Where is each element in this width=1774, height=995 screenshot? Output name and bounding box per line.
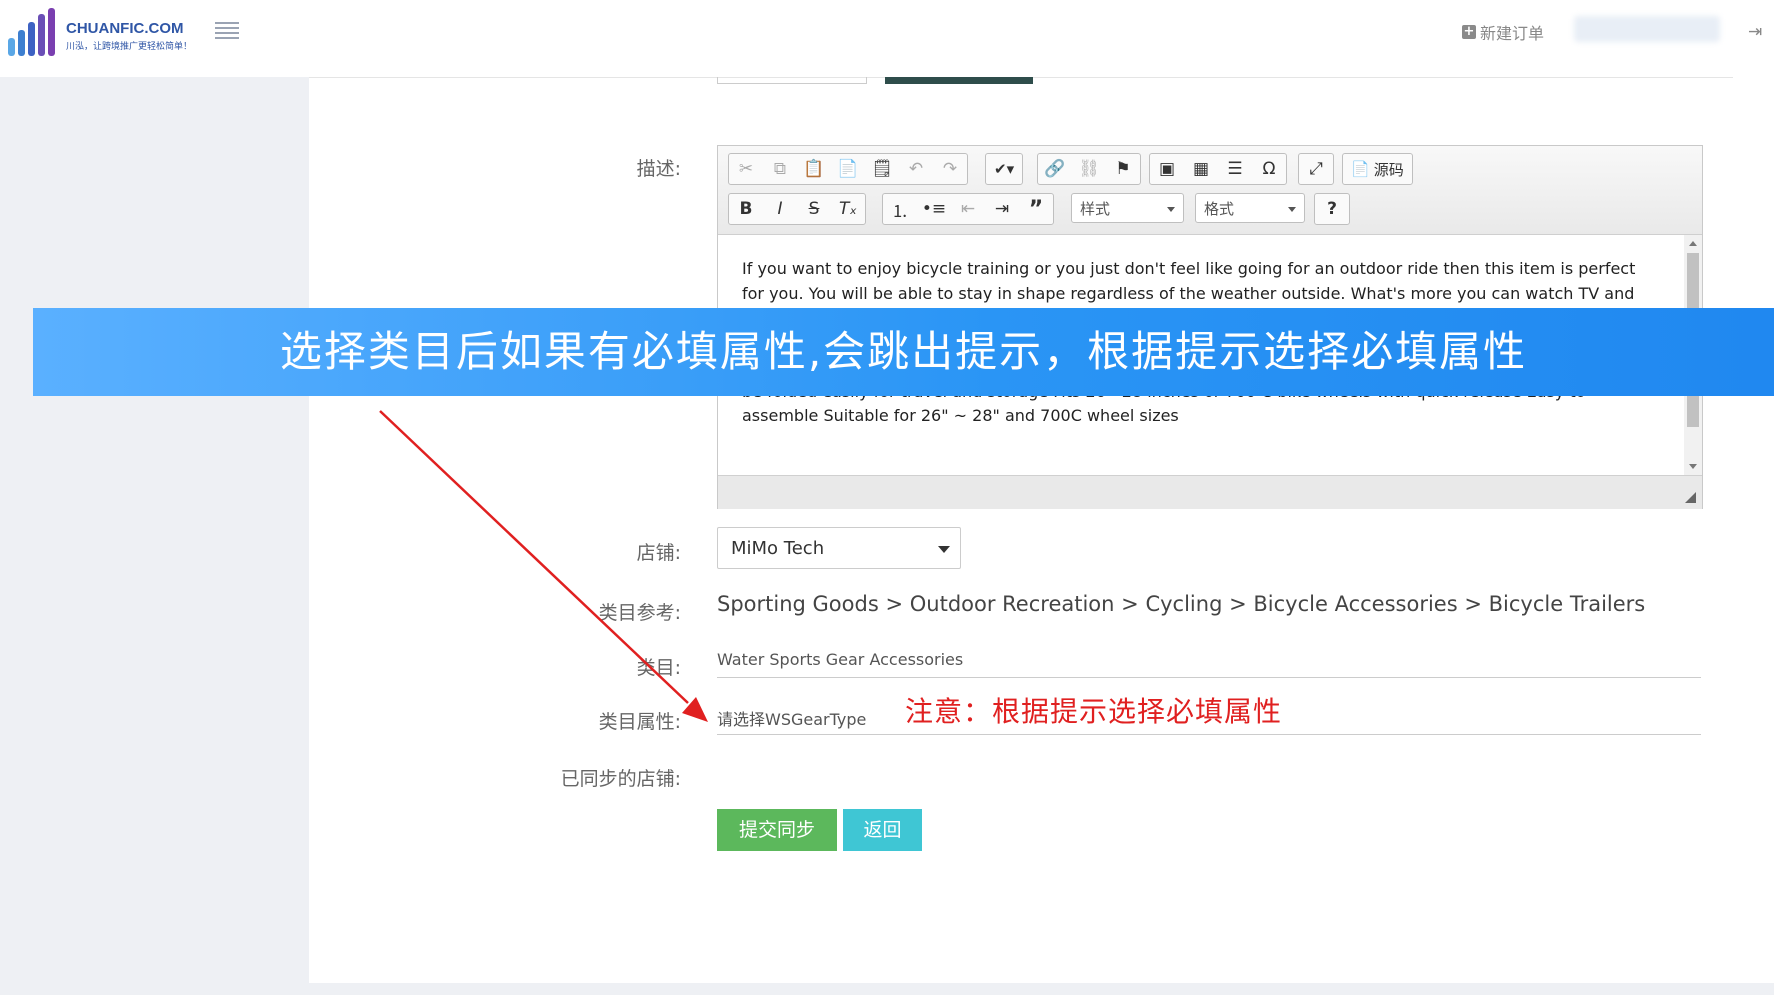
required-note: 注意：根据提示选择必填属性 [905, 695, 1283, 728]
spellcheck-group: ✔▾ [985, 153, 1024, 185]
format-combo-label: 格式 [1204, 199, 1235, 218]
bold-icon[interactable]: B [729, 194, 763, 224]
chevron-down-icon [1167, 207, 1175, 212]
crumb-item: Sporting Goods [717, 592, 879, 616]
logo[interactable]: CHUANFIC.COM 川泓，让跨境推广更轻松简单！ [8, 8, 208, 56]
plus-square-icon: + [1462, 24, 1476, 39]
format-combo[interactable]: 格式 [1195, 193, 1305, 223]
logo-text: CHUANFIC.COM [66, 20, 184, 37]
source-label: 源码 [1373, 160, 1404, 179]
synced-stores-label: 已同步的店铺: [560, 768, 681, 790]
unlink-icon[interactable]: ⛓ [1072, 154, 1106, 184]
help-icon[interactable]: ? [1315, 194, 1349, 224]
description-label: 描述: [636, 158, 681, 180]
top-navbar: CHUANFIC.COM 川泓，让跨境推广更轻松简单！ + 新建订单 ⇥ [0, 0, 1774, 78]
page-bottom [309, 983, 1774, 995]
store-label: 店铺: [636, 542, 681, 564]
crumb-item: Cycling [1145, 592, 1223, 616]
scroll-up-icon[interactable] [1689, 241, 1697, 246]
chevron-down-icon [938, 546, 950, 553]
horizontal-line-icon[interactable]: ☰ [1218, 154, 1252, 184]
italic-icon[interactable]: I [763, 194, 797, 224]
spellcheck-icon[interactable]: ✔▾ [986, 154, 1022, 184]
remove-format-icon[interactable]: Tₓ [831, 194, 865, 224]
editor-toolbar: ✂ ⧉ 📋 📄 🗒 ↶ ↷ ✔▾ 🔗 ⛓ ⚑ ▣ ▦ ☰ Ω ⤢ 📄 源码 B … [718, 146, 1702, 235]
logo-slogan: 川泓，让跨境推广更轻松简单！ [66, 42, 193, 52]
category-label: 类目: [636, 657, 681, 679]
basic-style-group: B I S Tₓ [728, 193, 866, 225]
list-group: ⒈ •≡ ⇤ ⇥ ” [882, 193, 1054, 225]
special-char-icon[interactable]: Ω [1252, 154, 1286, 184]
store-select[interactable]: MiMo Tech [717, 527, 961, 569]
image-thumb-fragment-2 [885, 77, 1033, 84]
logout-icon[interactable]: ⇥ [1748, 22, 1762, 42]
editor-statusbar [718, 475, 1702, 509]
menu-list-icon[interactable] [215, 22, 239, 40]
image-icon[interactable]: ▣ [1150, 154, 1184, 184]
category-breadcrumb: Sporting Goods > Outdoor Recreation > Cy… [717, 592, 1645, 616]
category-input-value[interactable]: Water Sports Gear Accessories [717, 650, 963, 669]
table-icon[interactable]: ▦ [1184, 154, 1218, 184]
crumb-separator: > [885, 592, 904, 616]
maximize-icon[interactable]: ⤢ [1299, 154, 1333, 184]
tip-banner: 选择类目后如果有必填属性,会跳出提示，根据提示选择必填属性 [33, 308, 1774, 396]
scroll-down-icon[interactable] [1689, 464, 1697, 469]
crumb-item: Outdoor Recreation [909, 592, 1115, 616]
style-combo-label: 样式 [1080, 199, 1111, 218]
redo-icon[interactable]: ↷ [933, 154, 967, 184]
paste-icon[interactable]: 📋 [797, 154, 831, 184]
copy-icon[interactable]: ⧉ [763, 154, 797, 184]
user-info-blurred[interactable] [1574, 16, 1720, 42]
image-thumb-fragment [717, 77, 867, 84]
sidebar-area [0, 77, 309, 995]
insert-group: ▣ ▦ ☰ Ω [1149, 153, 1287, 185]
style-combo[interactable]: 样式 [1071, 193, 1184, 223]
store-selected: MiMo Tech [731, 538, 825, 559]
strike-icon[interactable]: S [797, 194, 831, 224]
new-order-link[interactable]: + 新建订单 [1462, 20, 1544, 44]
back-button[interactable]: 返回 [843, 809, 922, 851]
category-ref-label: 类目参考: [598, 602, 681, 624]
crumb-separator: > [1121, 592, 1139, 616]
clipboard-group: ✂ ⧉ 📋 📄 🗒 ↶ ↷ [728, 153, 968, 185]
source-group: 📄 源码 [1342, 153, 1413, 185]
bulleted-list-icon[interactable]: •≡ [917, 194, 951, 224]
crumb-item: Bicycle Accessories [1253, 592, 1458, 616]
resize-grip-icon[interactable] [1685, 492, 1696, 503]
undo-icon[interactable]: ↶ [899, 154, 933, 184]
crumb-separator: > [1464, 592, 1482, 616]
tip-banner-text: 选择类目后如果有必填属性,会跳出提示，根据提示选择必填属性 [279, 327, 1528, 376]
cut-icon[interactable]: ✂ [729, 154, 763, 184]
outdent-icon[interactable]: ⇤ [951, 194, 985, 224]
new-order-label: 新建订单 [1480, 24, 1545, 43]
numbered-list-icon[interactable]: ⒈ [883, 194, 917, 224]
category-attr-underline [717, 734, 1701, 735]
link-icon[interactable]: 🔗 [1038, 154, 1072, 184]
category-underline [717, 677, 1701, 678]
chevron-down-icon [1288, 207, 1296, 212]
link-group: 🔗 ⛓ ⚑ [1037, 153, 1141, 185]
maximize-group: ⤢ [1298, 153, 1334, 185]
category-attr-label: 类目属性: [598, 711, 681, 733]
category-attr-select[interactable]: 请选择WSGearType [717, 706, 866, 730]
submit-sync-button[interactable]: 提交同步 [717, 809, 837, 851]
paste-word-icon[interactable]: 🗒 [865, 154, 899, 184]
paste-text-icon[interactable]: 📄 [831, 154, 865, 184]
help-group: ? [1314, 193, 1350, 225]
blockquote-icon[interactable]: ” [1019, 194, 1053, 224]
source-button[interactable]: 📄 源码 [1343, 154, 1412, 184]
source-doc-icon: 📄 [1351, 160, 1370, 178]
anchor-flag-icon[interactable]: ⚑ [1106, 154, 1140, 184]
crumb-item: Bicycle Trailers [1488, 592, 1646, 616]
crumb-separator: > [1229, 592, 1247, 616]
indent-icon[interactable]: ⇥ [985, 194, 1019, 224]
